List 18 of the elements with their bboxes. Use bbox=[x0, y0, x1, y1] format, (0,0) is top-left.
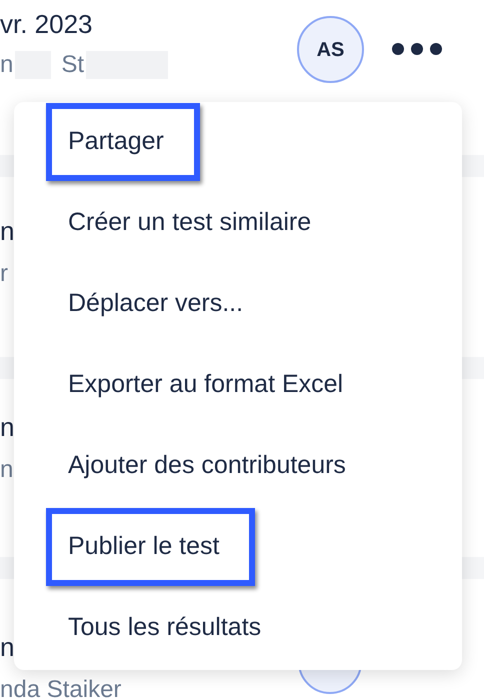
row-title: n bbox=[0, 631, 14, 663]
author-text: n bbox=[0, 455, 14, 485]
author-text: r bbox=[0, 259, 8, 289]
avatar[interactable]: AS bbox=[297, 16, 364, 83]
author-text: n bbox=[0, 50, 14, 80]
author-text: St bbox=[61, 50, 84, 80]
menu-item[interactable]: Déplacer vers... bbox=[46, 265, 280, 343]
menu-item[interactable]: Exporter au format Excel bbox=[46, 346, 380, 424]
more-icon[interactable] bbox=[391, 42, 443, 56]
menu-item[interactable]: Créer un test similaire bbox=[46, 184, 348, 262]
menu-item[interactable]: Tous les résultats bbox=[46, 589, 298, 667]
author-text: nda Staiker bbox=[0, 675, 122, 700]
menu-item[interactable]: Partager bbox=[46, 103, 200, 181]
row-title: n bbox=[0, 215, 14, 247]
date-text: vr. 2023 bbox=[0, 8, 93, 41]
row-title: n bbox=[0, 411, 14, 443]
menu-item[interactable]: Publier le test bbox=[46, 508, 256, 586]
menu-item[interactable]: Ajouter des contributeurs bbox=[46, 427, 382, 505]
